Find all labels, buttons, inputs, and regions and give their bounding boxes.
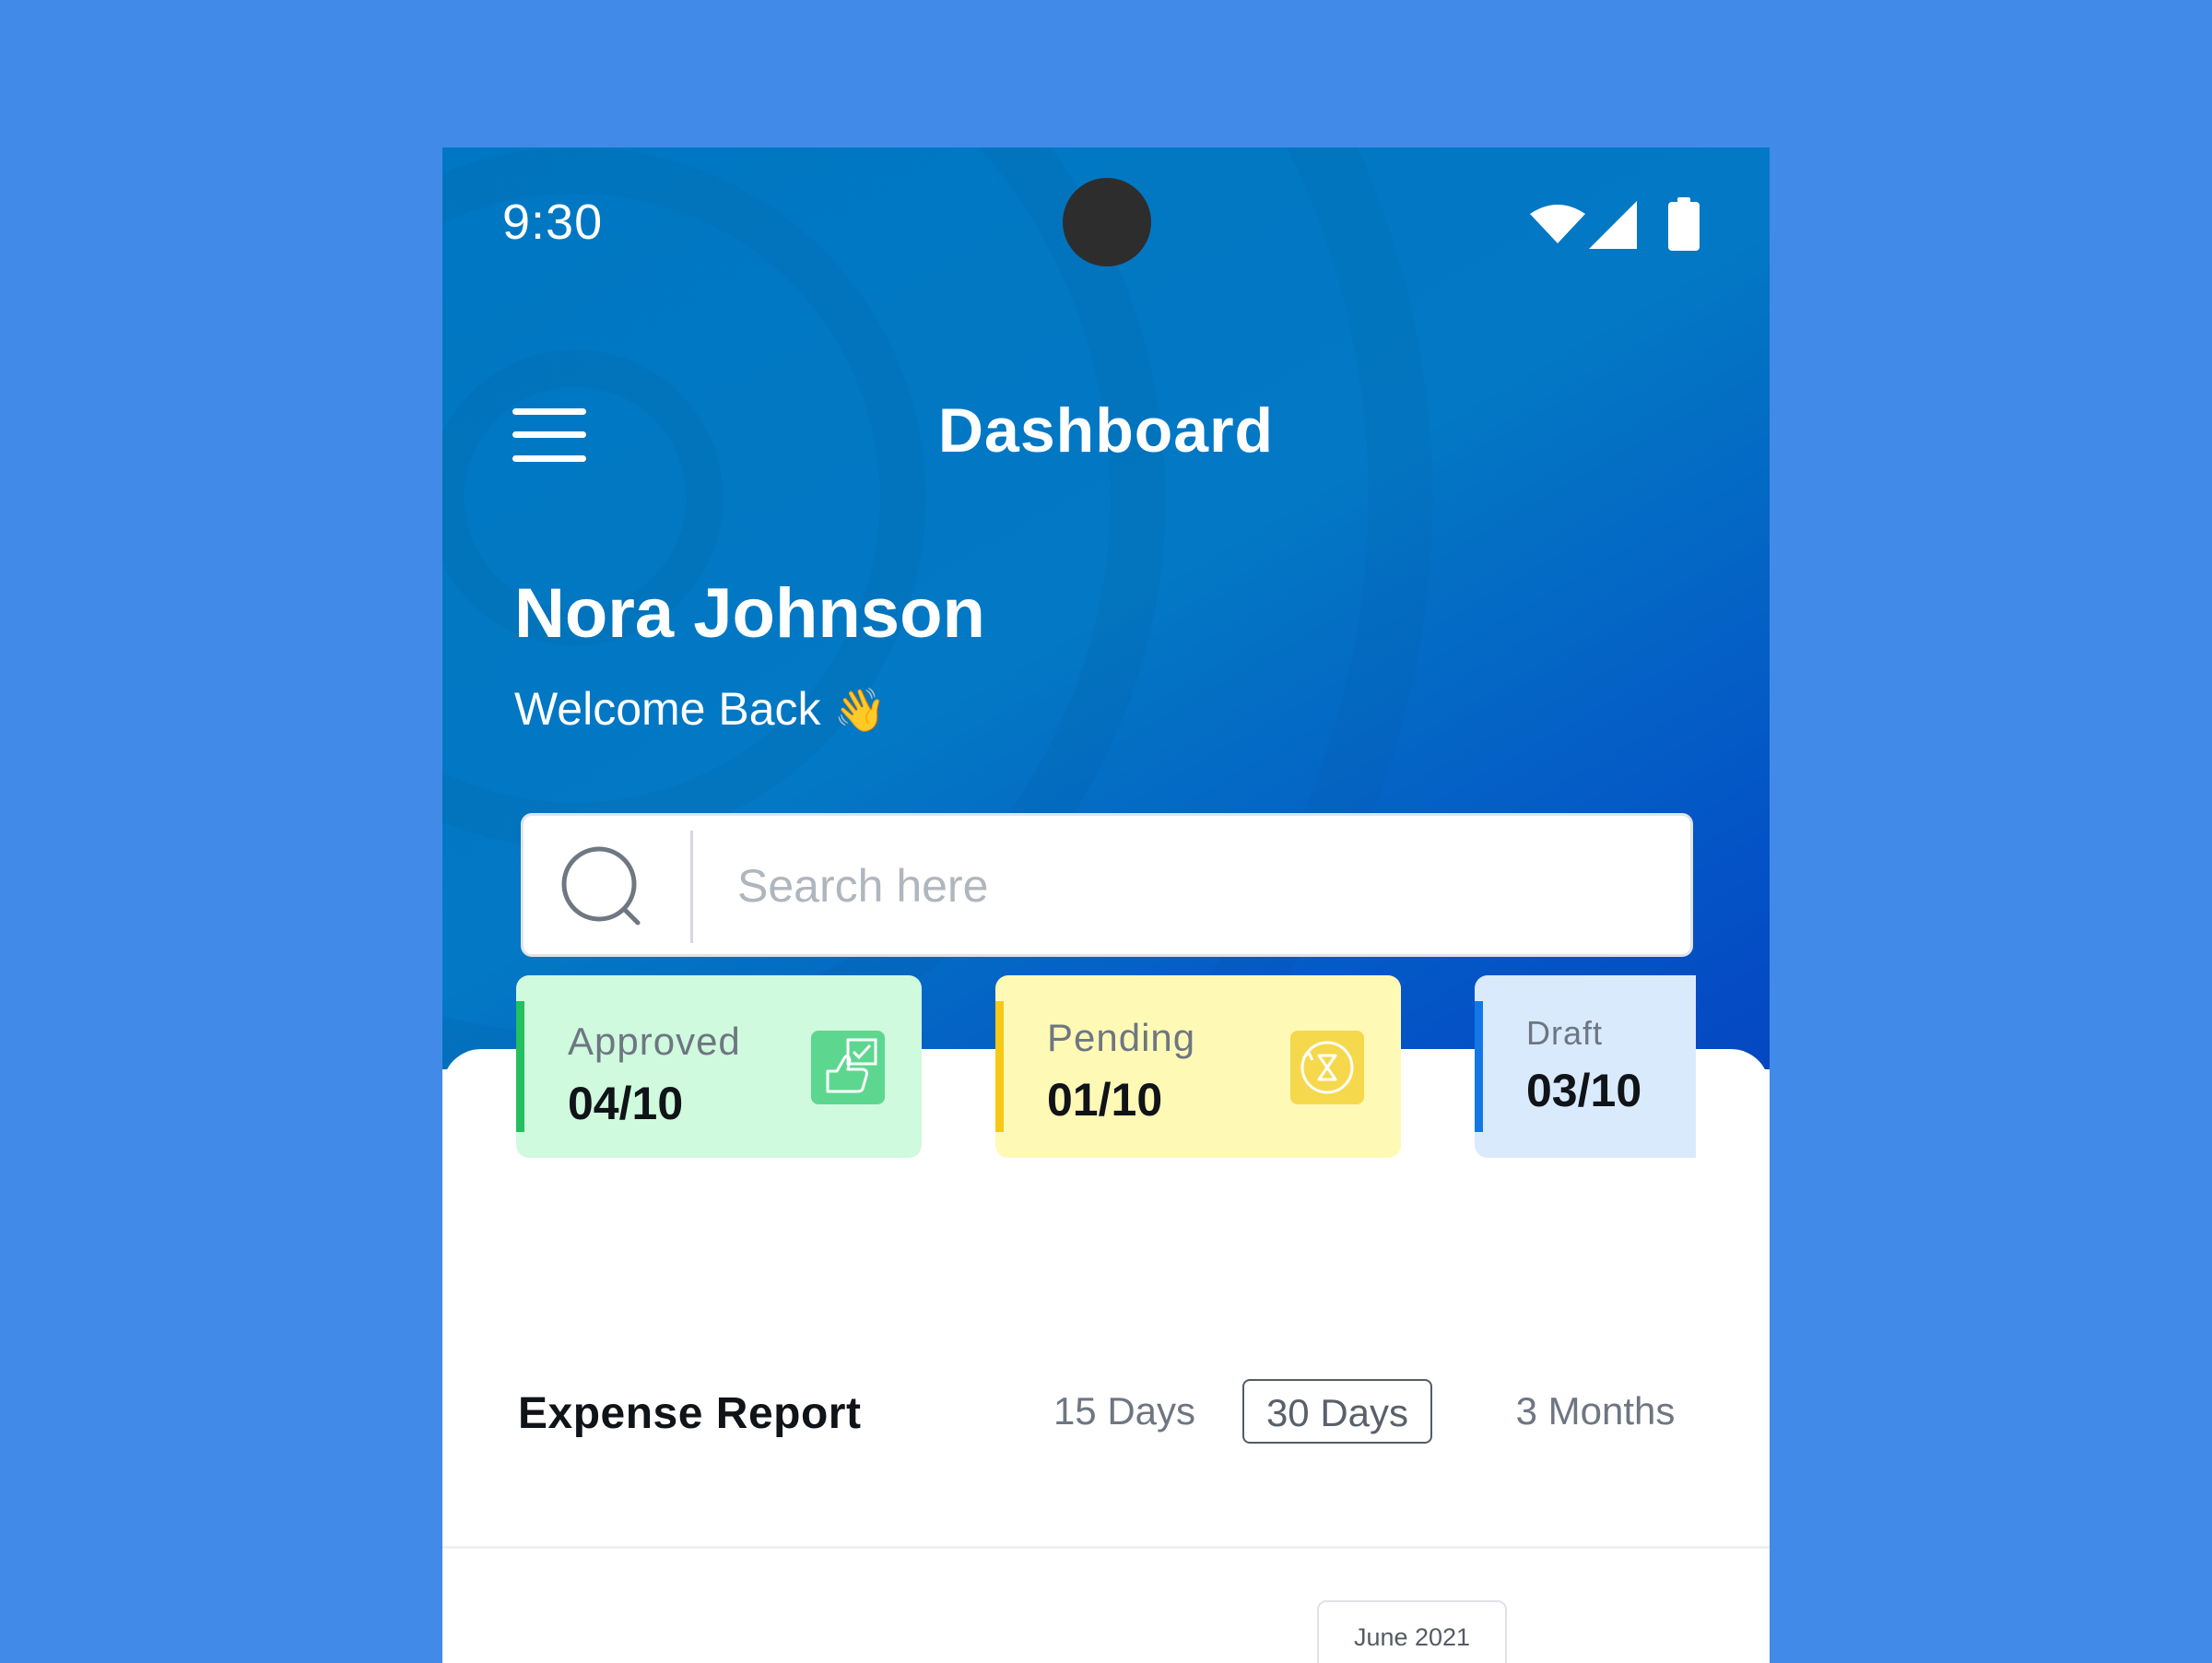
range-3-months[interactable]: 3 Months	[1489, 1379, 1701, 1444]
pending-count: 01/10	[1047, 1074, 1163, 1126]
pending-indicator	[995, 1001, 1004, 1132]
expense-report-title: Expense Report	[518, 1389, 862, 1438]
draft-count: 03/10	[1526, 1065, 1642, 1116]
approved-card[interactable]: Approved 04/10	[516, 975, 922, 1158]
thumbs-up-check-icon	[811, 1031, 885, 1104]
content-area: Approved 04/10 Pending 01/10 Draft 03/10…	[442, 147, 1770, 1663]
section-divider	[442, 1546, 1770, 1549]
approved-label: Approved	[568, 1020, 741, 1063]
approved-indicator	[516, 1001, 524, 1132]
draft-indicator	[1475, 1001, 1483, 1132]
hourglass-icon	[1290, 1031, 1364, 1104]
draft-label: Draft	[1526, 1014, 1604, 1052]
draft-card[interactable]: Draft 03/10	[1475, 975, 1696, 1158]
pending-label: Pending	[1047, 1016, 1196, 1059]
range-15-days[interactable]: 15 Days	[1032, 1379, 1217, 1444]
range-30-days[interactable]: 30 Days	[1242, 1379, 1432, 1444]
pending-card[interactable]: Pending 01/10	[995, 975, 1401, 1158]
month-label[interactable]: June 2021	[1317, 1600, 1507, 1663]
approved-count: 04/10	[568, 1078, 684, 1129]
